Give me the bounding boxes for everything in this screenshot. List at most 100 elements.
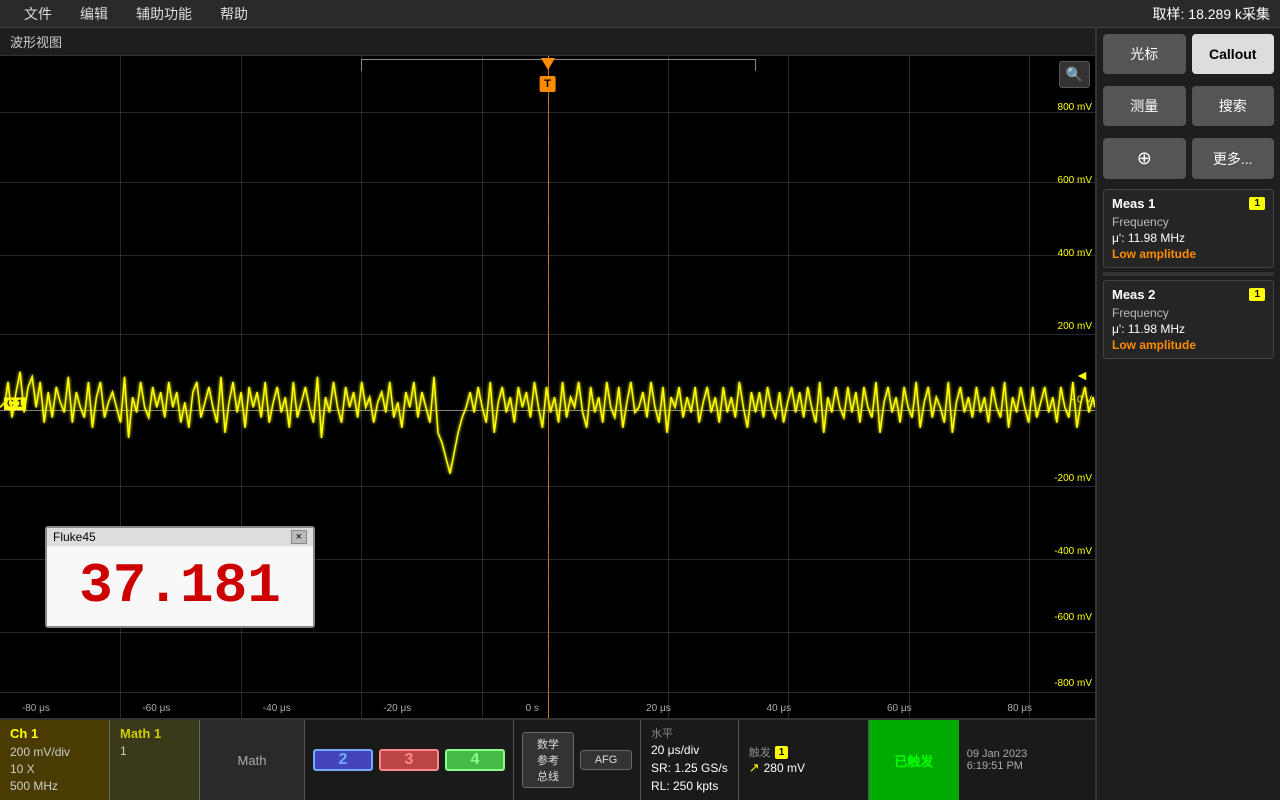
ch2-button[interactable]: 2	[313, 749, 373, 771]
channel-buttons-group: 2 3 4	[305, 720, 514, 800]
ch1-title: Ch 1	[10, 726, 99, 741]
ch1-info[interactable]: Ch 1 200 mV/div 10 X 500 MHz	[0, 720, 110, 800]
search-button[interactable]: 搜索	[1192, 86, 1275, 126]
meas1-header: Meas 1 1	[1112, 196, 1265, 211]
meas1-card: Meas 1 1 Frequency μ': 11.98 MHz Low amp…	[1103, 189, 1274, 268]
trigger-top-arrow	[541, 58, 555, 70]
y-label-200mv: 200 mV	[1058, 321, 1092, 332]
ch1-bw: 500 MHz	[10, 778, 99, 795]
ch3-button[interactable]: 3	[379, 749, 439, 771]
waveform-area: 波形视图	[0, 28, 1095, 800]
acquisition-status: 取样: 18.289 k采集	[1153, 4, 1271, 24]
scope-settings-icon[interactable]: 🔍	[1059, 61, 1090, 88]
meas1-value: μ': 11.98 MHz	[1112, 231, 1185, 245]
menu-help[interactable]: 帮助	[206, 4, 262, 24]
y-label-400mv: 400 mV	[1058, 248, 1092, 259]
meas1-val: μ': 11.98 MHz	[1112, 231, 1265, 245]
afg-button[interactable]: AFG	[580, 750, 632, 770]
meas1-warning: Low amplitude	[1112, 247, 1265, 261]
math1-value: 1	[120, 744, 189, 758]
fluke-title-bar: Fluke45 ×	[47, 528, 313, 546]
math1-title: Math 1	[120, 726, 189, 741]
zero-volt-line	[0, 410, 1095, 411]
math1-info[interactable]: Math 1 1	[110, 720, 200, 800]
menu-edit[interactable]: 编辑	[66, 4, 122, 24]
x-label-20: 20 μs	[646, 703, 671, 714]
menu-utility[interactable]: 辅助功能	[122, 4, 206, 24]
zoom-icon: ⊕	[1137, 148, 1152, 169]
math-ref-bus-button[interactable]: 数学 参考 总线	[522, 732, 574, 788]
meas2-val: μ': 11.98 MHz	[1112, 322, 1265, 336]
trigger-label: 触发	[749, 744, 771, 760]
func-buttons-group: 数学 参考 总线 AFG	[514, 720, 641, 800]
measure-button[interactable]: 测量	[1103, 86, 1186, 126]
right-panel: 光标 Callout 测量 搜索 ⊕ 更多... Meas 1 1 Freque…	[1095, 28, 1280, 800]
y-label-n400mv: -400 mV	[1054, 546, 1092, 557]
fluke-callout-box: Fluke45 × 37.181	[45, 526, 315, 628]
math-label: Math	[238, 753, 267, 768]
datetime-block: 09 Jan 2023 6:19:51 PM	[959, 720, 1079, 800]
menu-file[interactable]: 文件	[10, 4, 66, 24]
nav-bracket	[361, 59, 755, 71]
main-layout: 波形视图	[0, 28, 1280, 800]
waveform-title: 波形视图	[10, 32, 62, 51]
meas2-warning: Low amplitude	[1112, 338, 1265, 352]
rp-row-3: ⊕ 更多...	[1097, 132, 1280, 185]
meas1-param: Frequency	[1112, 215, 1265, 229]
x-label-n60: -60 μs	[142, 703, 170, 714]
x-label-80: 80 μs	[1007, 703, 1032, 714]
horizontal-div: 20 μs/div	[651, 741, 728, 759]
trigger-line	[548, 56, 549, 718]
rp-row-1: 光标 Callout	[1097, 28, 1280, 80]
x-label-n80: -80 μs	[22, 703, 50, 714]
meas1-title: Meas 1	[1112, 196, 1155, 211]
horizontal-label: 水平	[651, 725, 728, 741]
zoom-button[interactable]: ⊕	[1103, 138, 1186, 179]
y-label-n800mv: -800 mV	[1054, 678, 1092, 689]
x-label-40: 40 μs	[767, 703, 792, 714]
meas-cards-divider[interactable]	[1103, 272, 1274, 276]
ch1-channel-label: C 1	[4, 397, 26, 410]
bottom-bar: Ch 1 200 mV/div 10 X 500 MHz Math 1 1 Ma…	[0, 718, 1095, 800]
trigger-block: 触发 1 ↗ 280 mV	[739, 720, 869, 800]
meas2-value: μ': 11.98 MHz	[1112, 322, 1185, 336]
y-label-n600mv: -600 mV	[1054, 612, 1092, 623]
meas2-badge: 1	[1249, 288, 1265, 301]
meas1-badge: 1	[1249, 197, 1265, 210]
meas2-header: Meas 2 1	[1112, 287, 1265, 302]
meas2-card: Meas 2 1 Frequency μ': 11.98 MHz Low amp…	[1103, 280, 1274, 359]
horizontal-rl: RL: 250 kpts	[651, 777, 728, 795]
trigger-t-marker: T	[539, 76, 556, 92]
cursor-button[interactable]: 光标	[1103, 34, 1186, 74]
time-display: 6:19:51 PM	[967, 760, 1071, 772]
y-label-600mv: 600 mV	[1058, 175, 1092, 186]
fluke-close-button[interactable]: ×	[291, 530, 307, 544]
meas2-title: Meas 2	[1112, 287, 1155, 302]
meas1-param-label: Frequency	[1112, 215, 1169, 229]
more-button[interactable]: 更多...	[1192, 138, 1275, 179]
callout-button[interactable]: Callout	[1192, 34, 1275, 74]
meas2-param: Frequency	[1112, 306, 1265, 320]
triggered-button[interactable]: 已触发	[869, 720, 959, 800]
x-label-60: 60 μs	[887, 703, 912, 714]
scope-display[interactable]: T C 1 - 0 V ◄ 800 mV	[0, 56, 1095, 718]
trigger-value: 280 mV	[764, 761, 805, 775]
date-display: 09 Jan 2023	[967, 748, 1071, 760]
trigger-slope-icon: ↗	[749, 760, 760, 776]
ch1-coupling: 10 X	[10, 761, 99, 778]
ch4-button[interactable]: 4	[445, 749, 505, 771]
math-label-area: Math	[200, 720, 305, 800]
x-label-n40: -40 μs	[263, 703, 291, 714]
x-label-n20: -20 μs	[383, 703, 411, 714]
meas2-param-label: Frequency	[1112, 306, 1169, 320]
zero-volt-label: - 0 V	[1071, 395, 1092, 406]
y-label-n200mv: -200 mV	[1054, 473, 1092, 484]
ch1-right-arrow: ◄	[1075, 367, 1089, 383]
menu-bar: 文件 编辑 辅助功能 帮助 取样: 18.289 k采集	[0, 0, 1280, 28]
y-label-800mv: 800 mV	[1058, 102, 1092, 113]
fluke-title-text: Fluke45	[53, 530, 96, 544]
horizontal-status: 水平 20 μs/div SR: 1.25 GS/s RL: 250 kpts	[641, 720, 739, 800]
horizontal-sr: SR: 1.25 GS/s	[651, 759, 728, 777]
rp-row-2: 测量 搜索	[1097, 80, 1280, 132]
trigger-badge: 1	[775, 746, 789, 759]
